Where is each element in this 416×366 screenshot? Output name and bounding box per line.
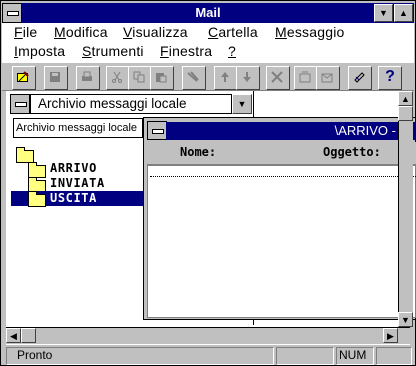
address-book-icon [354,72,365,83]
menu-messaggio[interactable]: Messaggio [275,24,345,40]
save-button[interactable] [44,66,68,90]
print-button[interactable] [76,66,100,90]
inbox-system-menu-icon [152,129,164,134]
compose-button[interactable] [12,66,36,90]
menu-visualizza[interactable]: Visualizza [123,24,188,40]
menu-finestra[interactable]: Finestra [160,43,212,59]
save-icon [50,72,60,82]
archive-field-value: Archivio messaggi locale [16,122,138,134]
toolbar: ? [2,63,414,91]
status-scroll-box [376,347,412,365]
menu-strumenti[interactable]: Strumenti [82,43,144,59]
status-num-box: NUM [336,347,374,365]
vertical-scrollbar[interactable] [398,91,413,327]
print-icon [82,71,92,81]
pane-system-menu-icon [15,102,27,107]
menu-modifica[interactable]: Modifica [54,24,108,40]
delete-icon [187,71,199,82]
status-bar: Pronto NUM [2,345,414,365]
num-lock-indicator: NUM [339,348,367,362]
menu-help[interactable]: ? [228,43,236,59]
column-oggetto[interactable]: Oggetto: [323,145,381,159]
status-caps-box [276,347,334,365]
inbox-system-menu-button[interactable] [147,121,167,140]
menu-bar: File Modifica Visualizza Cartella Messag… [2,23,414,63]
delete-button[interactable] [182,66,206,90]
column-nome[interactable]: Nome: [180,145,216,159]
message-list[interactable] [147,165,416,318]
scroll-down-button[interactable]: ▼ [398,312,413,327]
menu-cartella[interactable]: Cartella [208,24,258,40]
horizontal-scroll-thumb[interactable] [21,328,36,343]
window-title: Mail [195,5,221,20]
scroll-right-button[interactable]: ▶ [383,328,398,343]
horizontal-scrollbar[interactable] [6,327,410,344]
system-menu-button[interactable] [2,3,22,23]
archive-combo-value: Archivio messaggi locale [38,96,187,111]
move-down-icon [243,72,251,82]
paste-icon [156,73,167,83]
move-up-icon [221,72,229,82]
compose-icon [17,71,29,82]
folder-icon [28,191,46,207]
cancel-icon [271,71,283,83]
copy-button[interactable] [128,66,152,90]
paste-button[interactable] [150,66,174,90]
archive-combo-dropdown[interactable]: ▼ [232,94,252,114]
pane-system-menu-button[interactable] [10,94,30,114]
inbox-title: \ARRIVO - [334,123,396,138]
forward-button[interactable] [294,66,318,90]
status-text: Pronto [17,348,53,362]
maximize-button[interactable]: ▲ [394,4,413,22]
tree-item-inviata[interactable]: INVIATA [50,176,105,190]
copy-icon [133,71,145,83]
menu-imposta[interactable]: Imposta [14,43,65,59]
reply-icon [321,73,333,83]
system-menu-icon [7,11,19,16]
cut-icon [112,71,122,83]
tree-item-arrivo[interactable]: ARRIVO [50,161,97,175]
help-button[interactable]: ? [378,66,402,90]
minimize-button[interactable]: ▼ [374,4,393,22]
address-book-button[interactable] [348,66,372,90]
cut-button[interactable] [106,66,130,90]
move-up-button[interactable] [214,66,238,90]
scroll-left-button[interactable]: ◀ [6,328,21,343]
title-bar[interactable]: Mail [2,3,414,23]
help-icon: ? [385,68,395,85]
status-message-box: Pronto [6,347,274,365]
cancel-button[interactable] [266,66,290,90]
focus-row [150,176,416,177]
reply-button[interactable] [316,66,340,90]
move-down-button[interactable] [236,66,260,90]
scroll-up-button[interactable]: ▲ [398,91,413,106]
forward-icon [299,71,311,83]
tree-item-uscita[interactable]: USCITA [50,191,97,205]
menu-file[interactable]: File [14,24,37,40]
vertical-scroll-thumb[interactable] [398,106,413,121]
